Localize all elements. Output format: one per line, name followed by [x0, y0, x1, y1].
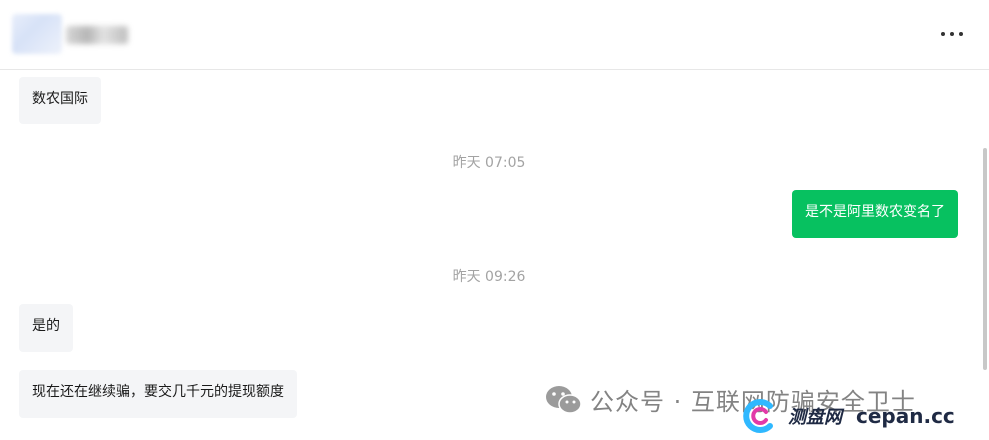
message-timestamp: 昨天 07:05	[452, 155, 526, 171]
chat-scrollbar[interactable]	[983, 148, 987, 370]
more-dot-icon	[941, 32, 945, 36]
site-watermark: 测盘网 cepan.cc	[740, 398, 955, 434]
incoming-message-bubble[interactable]: 现在还在继续骗，要交几千元的提现额度	[19, 370, 297, 418]
site-name-en: cepan.cc	[856, 404, 955, 428]
message-text: 是的	[32, 318, 60, 334]
outgoing-message-bubble[interactable]: 是不是阿里数农变名了	[792, 190, 958, 238]
incoming-message-bubble[interactable]: 是的	[19, 304, 73, 352]
contact-avatar-blurred[interactable]	[12, 14, 62, 54]
more-dot-icon	[959, 32, 963, 36]
more-options-icon[interactable]	[941, 24, 963, 44]
contact-name-blurred	[66, 26, 128, 44]
message-text: 是不是阿里数农变名了	[805, 204, 945, 220]
message-timestamp: 昨天 09:26	[452, 269, 526, 285]
wechat-logo-icon	[546, 385, 582, 414]
chat-header	[0, 0, 989, 70]
chat-window: 数农国际 昨天 07:05 是不是阿里数农变名了 昨天 09:26 是的 现在还…	[0, 0, 989, 440]
site-name-cn: 测盘网	[788, 407, 842, 428]
message-text: 现在还在继续骗，要交几千元的提现额度	[32, 384, 284, 400]
message-text: 数农国际	[32, 91, 88, 107]
cepan-logo-icon	[743, 399, 773, 433]
more-dot-icon	[950, 32, 954, 36]
incoming-message-bubble[interactable]: 数农国际	[19, 77, 101, 124]
